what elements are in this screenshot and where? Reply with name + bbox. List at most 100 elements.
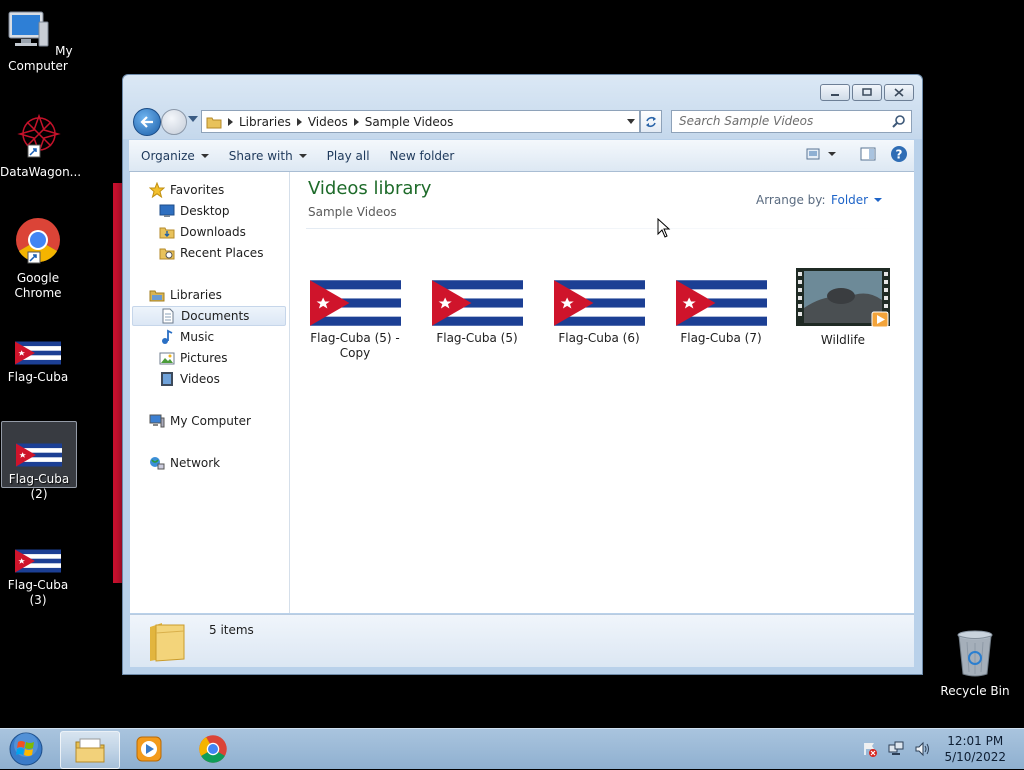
desktop-icon-recycle-bin[interactable]: Recycle Bin: [940, 630, 1010, 698]
restore-icon: [862, 88, 872, 96]
desktop-icon: [159, 204, 175, 217]
change-view-button[interactable]: [806, 148, 836, 160]
nav-item-recent-places[interactable]: Recent Places: [159, 243, 263, 263]
desktop-icon-flag-cuba-2[interactable]: Flag-Cuba (2): [1, 421, 77, 501]
flag-cuba-icon: [16, 442, 62, 468]
file-item[interactable]: Flag-Cuba (5): [422, 280, 532, 346]
forward-button[interactable]: [161, 109, 187, 135]
breadcrumb-videos[interactable]: Videos: [308, 115, 348, 129]
close-button[interactable]: [884, 84, 914, 101]
nav-item-downloads[interactable]: Downloads: [159, 222, 246, 242]
new-folder-button[interactable]: New folder: [382, 140, 463, 171]
folder-icon: [150, 623, 185, 662]
address-bar[interactable]: Libraries Videos Sample Videos: [201, 110, 640, 133]
search-input[interactable]: [672, 111, 889, 130]
network-status-icon[interactable]: [888, 741, 904, 757]
maximize-button[interactable]: [852, 84, 882, 101]
breadcrumb-separator[interactable]: [228, 117, 233, 126]
view-icon: [806, 148, 820, 160]
organize-button[interactable]: Organize: [133, 140, 217, 171]
mouse-cursor-icon: [657, 218, 671, 238]
file-name: Flag-Cuba (6): [558, 331, 640, 345]
nav-item-libraries[interactable]: Libraries: [149, 285, 222, 305]
search-icon: [892, 115, 905, 128]
system-tray: 12:01 PM 5/10/2022: [862, 733, 1006, 765]
file-item[interactable]: Wildlife: [788, 268, 898, 348]
chevron-down-icon: [298, 153, 307, 158]
refresh-button[interactable]: [640, 110, 662, 133]
flag-cuba-icon: [15, 548, 61, 574]
nav-item-music[interactable]: Music: [159, 327, 214, 347]
back-button[interactable]: [133, 108, 161, 136]
nav-label: Recent Places: [180, 246, 264, 260]
organize-label: Organize: [141, 148, 195, 163]
taskbar-media-player-button[interactable]: [120, 731, 178, 767]
nav-item-network[interactable]: Network: [149, 453, 220, 473]
taskbar-chrome-button[interactable]: [184, 731, 242, 767]
nav-label: Videos: [180, 372, 220, 386]
library-subtitle: Sample Videos: [308, 205, 397, 219]
desktop-icon-label: Flag-Cuba (3): [7, 578, 69, 607]
chrome-icon: [199, 735, 227, 763]
address-dropdown[interactable]: [627, 119, 635, 124]
file-item[interactable]: Flag-Cuba (5) - Copy: [300, 280, 410, 361]
breadcrumb-separator[interactable]: [296, 117, 302, 126]
taskbar: 12:01 PM 5/10/2022: [0, 728, 1024, 769]
nav-item-videos[interactable]: Videos: [159, 369, 220, 389]
search-box[interactable]: [671, 110, 912, 133]
desktop-icon-datawagon[interactable]: DataWagon...: [0, 112, 81, 180]
breadcrumb-sample-videos[interactable]: Sample Videos: [365, 115, 454, 129]
refresh-icon: [646, 116, 656, 127]
nav-item-my-computer[interactable]: My Computer: [149, 411, 251, 431]
desktop-icon-google-chrome[interactable]: Google Chrome: [0, 216, 76, 301]
file-item[interactable]: Flag-Cuba (6): [544, 280, 654, 346]
pictures-icon: [159, 352, 175, 365]
nav-item-documents[interactable]: Documents: [132, 306, 286, 326]
nav-label: Favorites: [170, 183, 225, 197]
desktop-icon-flag-cuba[interactable]: Flag-Cuba: [0, 340, 76, 385]
nav-item-favorites[interactable]: Favorites: [149, 180, 224, 200]
desktop-icon-label: Recycle Bin: [940, 684, 1010, 698]
breadcrumb-separator[interactable]: [353, 117, 359, 126]
svg-text:?: ?: [896, 148, 903, 162]
desktop-icon-label: DataWagon...: [0, 165, 82, 179]
desktop-icon-flag-cuba-3[interactable]: Flag-Cuba (3): [0, 548, 76, 608]
breadcrumb-libraries[interactable]: Libraries: [239, 115, 291, 129]
share-with-button[interactable]: Share with: [221, 140, 315, 171]
taskbar-explorer-button[interactable]: [60, 731, 120, 769]
flag-cuba-thumbnail: [310, 280, 401, 326]
chevron-down-icon: [828, 152, 836, 156]
file-name: Flag-Cuba (7): [680, 331, 762, 345]
play-all-button[interactable]: Play all: [319, 140, 378, 171]
action-center-icon[interactable]: [862, 741, 878, 757]
recycle-bin-icon: [957, 630, 993, 677]
file-name: Wildlife: [820, 333, 866, 347]
chevron-down-icon: [200, 153, 209, 158]
minimize-icon: [831, 93, 839, 96]
desktop-icon-my-computer[interactable]: My Computer: [0, 8, 76, 74]
volume-icon[interactable]: [914, 741, 930, 757]
chevron-down-icon: [874, 198, 883, 202]
start-button[interactable]: [6, 731, 46, 767]
nav-label: Desktop: [180, 204, 230, 218]
folder-icon: [206, 117, 222, 128]
minimize-button[interactable]: [820, 84, 850, 101]
nav-item-pictures[interactable]: Pictures: [159, 348, 228, 368]
clock-date: 5/10/2022: [944, 750, 1006, 764]
video-thumbnail-icon: [796, 268, 890, 328]
nav-item-desktop[interactable]: Desktop: [159, 201, 230, 221]
recent-pages-dropdown[interactable]: [188, 116, 198, 122]
help-icon[interactable]: ?: [890, 145, 908, 163]
clock[interactable]: 12:01 PM 5/10/2022: [944, 733, 1006, 765]
documents-icon: [162, 308, 174, 324]
arrange-by-dropdown[interactable]: Folder: [831, 193, 883, 207]
desktop-icon-label: Flag-Cuba: [7, 370, 69, 384]
arrow-left-icon: [140, 116, 153, 128]
file-item[interactable]: Flag-Cuba (7): [666, 280, 776, 346]
libraries-icon: [149, 290, 165, 302]
file-list-area[interactable]: Videos library Sample Videos Arrange by:…: [290, 172, 914, 613]
chrome-icon: [16, 218, 60, 264]
nav-label: Music: [180, 330, 215, 344]
preview-pane-icon[interactable]: [860, 147, 876, 161]
navigation-pane: Favorites Desktop Downloads Recent Place…: [130, 172, 290, 613]
